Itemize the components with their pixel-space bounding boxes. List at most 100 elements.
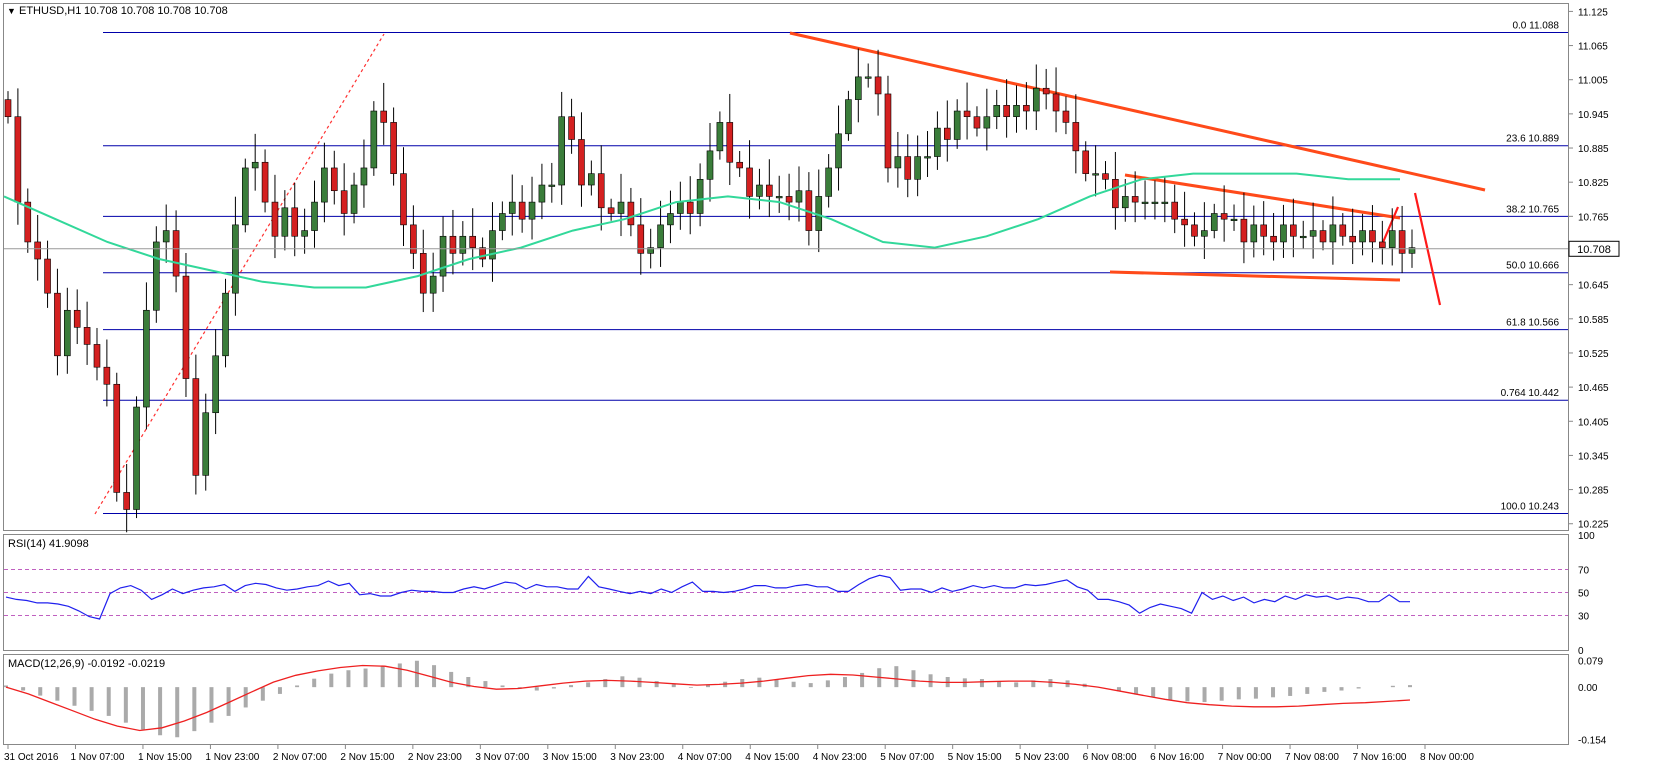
candle-down — [400, 173, 407, 226]
candle-down — [1349, 235, 1356, 243]
candle-up — [459, 235, 467, 254]
fib-level-ratio: 50.0 10.666 — [1506, 261, 1559, 272]
candle-up — [558, 116, 565, 186]
candle-down — [726, 122, 734, 163]
candle-down — [34, 241, 41, 260]
candle-down — [182, 275, 190, 379]
candle-up — [983, 116, 991, 129]
candle-down — [449, 235, 457, 254]
candle-down — [963, 110, 971, 118]
rsi-level-label: 30 — [1578, 612, 1590, 623]
candle-down — [1369, 230, 1376, 243]
candle-down — [1240, 218, 1248, 243]
candle-down — [1191, 224, 1198, 237]
candle-up — [894, 156, 902, 169]
fib-level-ratio: 23.6 10.889 — [1506, 134, 1559, 145]
candle-down — [568, 116, 575, 140]
candles — [4, 48, 1416, 533]
time-axis-label: 3 Nov 23:00 — [610, 752, 664, 763]
candle-down — [1319, 230, 1327, 243]
candle-up — [311, 201, 318, 231]
candle-up — [696, 179, 704, 214]
candle-down — [1339, 224, 1347, 237]
candle-up — [538, 184, 546, 203]
time-axis-label: 4 Nov 15:00 — [745, 752, 799, 763]
time-axis-label: 6 Nov 16:00 — [1150, 752, 1204, 763]
candle-up — [429, 275, 437, 294]
candle-up — [153, 241, 160, 311]
time-axis-label: 1 Nov 23:00 — [205, 752, 259, 763]
candle-up — [350, 184, 358, 214]
candle-up — [845, 99, 852, 135]
price-axis-label: 10.405 — [1578, 417, 1609, 428]
candle-up — [855, 76, 862, 100]
candle-up — [1299, 235, 1307, 239]
candle-down — [686, 201, 694, 214]
macd-panel-frame — [3, 654, 1569, 745]
candle-down — [469, 235, 477, 248]
candle-up — [756, 184, 763, 197]
candle-up — [1359, 230, 1366, 243]
candle-up — [1151, 201, 1159, 204]
candle-up — [835, 133, 842, 169]
time-axis-label: 7 Nov 08:00 — [1285, 752, 1339, 763]
candle-up — [934, 127, 941, 157]
candle-up — [914, 156, 921, 180]
candle-down — [1379, 241, 1386, 248]
fib-level-ratio: 100.0 10.243 — [1501, 501, 1560, 512]
candle-up — [677, 201, 684, 214]
price-axis: 11.125 11.065 11.005 10.945 10.885 10.825 10.7… — [1568, 7, 1609, 531]
price-axis-label: 10.765 — [1578, 212, 1609, 223]
candle-up — [1161, 201, 1169, 204]
macd-axis-label: 0.00 — [1578, 683, 1598, 694]
fibonacci-levels: 0.0 11.088 23.6 10.889 38.2 10.765 50.0 10.… — [103, 20, 1568, 514]
time-axis-label: 31 Oct 2016 — [4, 752, 59, 763]
candle-up — [825, 167, 832, 197]
candle-up — [1210, 213, 1218, 231]
time-axis-label: 1 Nov 07:00 — [70, 752, 124, 763]
candle-up — [795, 190, 803, 203]
candle-up — [508, 201, 516, 214]
candle-up — [439, 235, 447, 277]
candle-up — [617, 201, 625, 214]
candle-down — [261, 161, 269, 203]
time-axis-label: 5 Nov 15:00 — [948, 752, 1002, 763]
rsi-level-label: 50 — [1578, 589, 1590, 600]
current-price-label: 10.708 — [1577, 244, 1611, 256]
candle-up — [370, 110, 378, 169]
candle-down — [746, 167, 753, 197]
price-axis-label: 11.125 — [1578, 7, 1608, 18]
time-axis-label: 2 Nov 23:00 — [408, 752, 462, 763]
candle-up — [548, 184, 556, 187]
candle-up — [281, 207, 289, 237]
candle-up — [1309, 230, 1317, 237]
time-axis-label: 3 Nov 15:00 — [543, 752, 597, 763]
macd-histogram — [4, 660, 1412, 738]
price-axis-label: 10.825 — [1578, 178, 1609, 189]
time-axis-label: 5 Nov 07:00 — [880, 752, 934, 763]
trend-annotations — [94, 31, 1486, 515]
candle-down — [44, 258, 51, 294]
candle-down — [1052, 93, 1060, 112]
fib-level-ratio: 0.0 11.088 — [1512, 20, 1559, 31]
rsi-title: RSI(14) 41.9098 — [8, 538, 89, 550]
candle-up — [499, 213, 506, 231]
candle-down — [1112, 179, 1119, 209]
price-axis-label: 10.585 — [1578, 315, 1609, 326]
candle-down — [1082, 150, 1090, 174]
price-axis-label: 10.525 — [1578, 349, 1609, 360]
candle-down — [518, 201, 526, 220]
rsi-line — [5, 574, 1410, 620]
candle-down — [904, 156, 912, 180]
price-axis-label: 10.645 — [1578, 281, 1609, 292]
time-axis-label: 7 Nov 16:00 — [1353, 752, 1407, 763]
candle-down — [1220, 213, 1228, 220]
candle-down — [380, 110, 388, 123]
candle-up — [1032, 87, 1040, 112]
candle-up — [1329, 224, 1337, 243]
trading-chart[interactable]: 0.0 11.088 23.6 10.889 38.2 10.765 50.0 10.… — [0, 0, 1663, 764]
candle-up — [143, 309, 150, 408]
candle-down — [103, 366, 111, 385]
candle-down — [340, 190, 348, 214]
candle-up — [162, 230, 170, 243]
